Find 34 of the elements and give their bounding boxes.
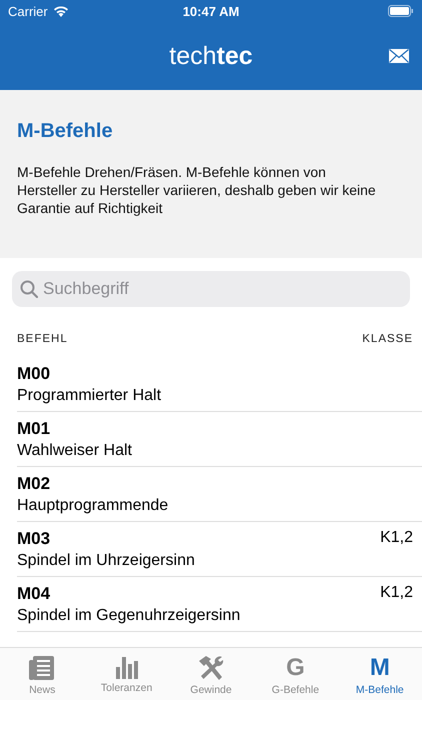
page-title: M-Befehle [17,120,114,143]
status-time: 10:47 AM [182,4,240,18]
letter-icon: G [286,655,305,681]
description-text: M-Befehle Drehen/Fräsen. M-Befehle können von Hersteller zu Hersteller variieren, deshalb geben wir keine Garantie auf Richtigkeit [17,163,377,217]
bar-chart-icon [114,655,139,679]
wifi-icon [52,5,69,17]
tab-item[interactable]: Gewinde [168,648,254,700]
search-icon [20,280,38,298]
command-name: Programmierter Halt [17,386,162,404]
command-name: Hauptprogrammende [17,496,170,514]
command-code: M01 [17,418,50,438]
command-name: Spindel im Gegenuhrzeigersinn [17,606,242,624]
command-code: M04 [17,584,50,604]
battery-icon [388,5,414,17]
command-class: K1,2 [380,584,413,602]
command-code: M02 [17,474,50,494]
tab-item[interactable]: G G-Befehle [253,648,338,700]
search-field[interactable]: Suchbegriff [12,271,410,307]
command-code: M00 [17,364,50,384]
tab-item[interactable]: Toleranzen [84,648,169,700]
command-name: Spindel im Uhrzeigersinn [17,552,196,570]
tab-item[interactable]: News [0,648,84,700]
hammer-wrench-icon [197,655,226,681]
command-class: K1,2 [380,528,413,548]
app-logo: techtec [169,42,253,70]
letter-icon: M [370,655,390,681]
column-header: KLASSE [362,333,413,345]
tab-item[interactable]: M M-Befehle [338,648,422,700]
column-header: BEFEHL [17,333,68,345]
mail-icon[interactable] [388,48,410,64]
newspaper-icon [29,655,56,681]
carrier-label: Carrier [8,4,48,18]
command-code: M03 [17,528,50,548]
command-name: Wahlweiser Halt [17,442,133,460]
